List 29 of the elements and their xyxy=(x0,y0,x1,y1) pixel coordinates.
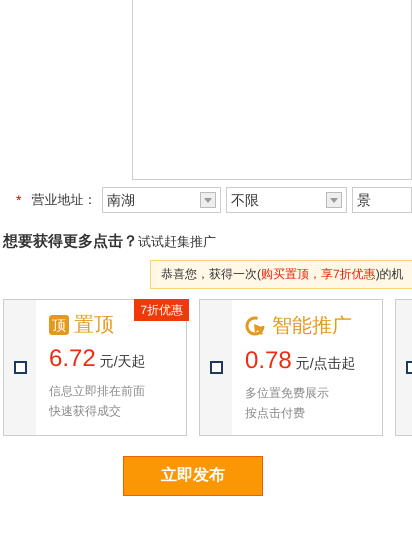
checkbox[interactable] xyxy=(14,360,26,374)
card-description: 多位置免费展示 xyxy=(245,384,330,402)
dropdown-caret-icon xyxy=(200,192,216,208)
select-field[interactable]: 景 xyxy=(352,187,412,213)
tooltip-text: )的机 xyxy=(376,266,404,283)
card-description: 按点击付费 xyxy=(245,404,306,422)
price: 0.78 xyxy=(245,348,292,372)
promo-subheading: 试试赶集推广 xyxy=(138,233,216,251)
price: 6.72 xyxy=(49,346,96,370)
price-unit: 元/点击起 xyxy=(296,354,356,372)
tooltip-text: 恭喜您，获得一次( xyxy=(161,266,261,283)
discount-badge: 7折优惠 xyxy=(134,298,189,320)
card-description: 信息立即排在前面 xyxy=(49,382,146,400)
dropdown-caret-icon xyxy=(326,192,342,208)
card-description: 快速获得成交 xyxy=(49,402,122,420)
card-title: 置顶 xyxy=(74,314,114,334)
checkbox[interactable] xyxy=(210,360,222,374)
option-card[interactable]: 智能推广 0.78 元/点击起 多位置免费展示 按点击付费 xyxy=(199,298,383,436)
promo-heading: 想要获得更多点击？ xyxy=(3,232,138,252)
top-icon: 顶 xyxy=(49,314,69,334)
select-field[interactable]: 不限 xyxy=(226,187,347,213)
field-label: 营业地址： xyxy=(31,191,98,210)
select-field[interactable]: 南湖 xyxy=(102,187,221,213)
required-mark: * xyxy=(15,190,22,210)
card-title: 智能推广 xyxy=(272,316,352,336)
target-cursor-icon xyxy=(245,314,267,336)
price-unit: 元/天起 xyxy=(100,352,146,370)
tooltip-highlight: 购买置顶，享7折优惠 xyxy=(261,266,376,283)
option-card[interactable]: 顶 置顶 6.72 元/天起 信息立即排在前面 快速获得成交 7折优惠 xyxy=(3,298,187,436)
